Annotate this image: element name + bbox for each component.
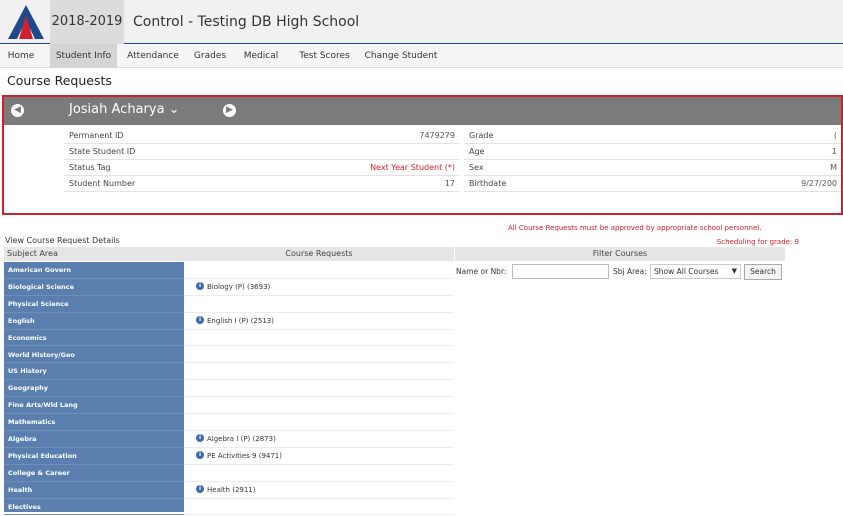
filter-courses-header: Filter Courses	[455, 247, 785, 261]
course-request-label: Biology (P) (3693)	[207, 282, 271, 291]
info-icon[interactable]: i	[196, 484, 204, 493]
nav-attendance[interactable]: Attendance	[122, 44, 184, 68]
nav-medical[interactable]: Medical	[236, 44, 286, 68]
field-permanent-id: Permanent ID 7479279	[64, 128, 459, 144]
course-request-row	[184, 380, 454, 398]
course-requests-header: Course Requests	[184, 247, 454, 261]
student-name-dropdown[interactable]: Josiah Acharya ⌄	[69, 102, 180, 117]
subject-area-rows: American Govern Biological Science Physi…	[4, 262, 184, 516]
view-course-request-details[interactable]: View Course Request Details	[5, 236, 120, 245]
subject-area-select-value: Show All Courses	[654, 267, 719, 276]
subject-row[interactable]: Physical Education	[4, 448, 184, 465]
info-icon[interactable]: i	[196, 450, 204, 459]
subject-row[interactable]: Biological Science	[4, 279, 184, 296]
course-request-row	[184, 330, 454, 347]
info-icon[interactable]: i	[196, 434, 204, 442]
nav-change-student[interactable]: Change Student	[361, 44, 441, 68]
name-or-number-label: Name or Nbr:	[456, 267, 507, 276]
course-request-row	[184, 414, 454, 431]
course-request-row	[184, 296, 454, 313]
field-age: Age 1	[464, 144, 841, 160]
page-title: Course Requests	[7, 73, 112, 88]
course-request-row[interactable]: i PE Activities 9 (9471)	[184, 448, 454, 465]
subject-row[interactable]: Mathematics	[4, 414, 184, 431]
subject-row[interactable]: American Govern	[4, 262, 184, 279]
course-request-label: English I (P) (2513)	[207, 316, 274, 325]
subject-row[interactable]: World History/Geo	[4, 347, 184, 364]
dropdown-arrow-icon: ▼	[731, 267, 737, 275]
nav-home[interactable]: Home	[0, 44, 42, 68]
top-bar: 2018-2019 Control - Testing DB High Scho…	[0, 0, 843, 44]
nav-test-scores[interactable]: Test Scores	[293, 44, 356, 68]
nav-grades[interactable]: Grades	[190, 44, 230, 68]
course-request-label: Health (2911)	[207, 485, 256, 494]
subject-row[interactable]: English	[4, 313, 184, 330]
course-request-row	[184, 397, 454, 415]
student-panel: ◀ Josiah Acharya ⌄ ▶ Permanent ID 747927…	[2, 95, 843, 215]
subject-area-filter-label: Sbj Area:	[613, 267, 647, 276]
course-request-row	[184, 465, 454, 482]
field-grade: Grade (	[464, 128, 841, 144]
course-request-label: PE Activities 9 (9471)	[207, 451, 282, 460]
course-request-row	[184, 262, 454, 279]
field-state-student-id: State Student ID	[64, 144, 459, 160]
field-student-number: Student Number 17	[64, 176, 459, 192]
subject-row[interactable]: US History	[4, 363, 184, 381]
scheduling-grade-notice: Scheduling for grade: 9	[716, 238, 799, 246]
course-request-row[interactable]: i Health (2911)	[184, 482, 454, 499]
subject-row[interactable]: Fine Arts/Wld Lang	[4, 397, 184, 415]
search-button[interactable]: Search	[744, 264, 782, 280]
subject-row[interactable]: Health	[4, 482, 184, 499]
info-icon[interactable]: i	[196, 315, 204, 324]
approval-notice: All Course Requests must be approved by …	[508, 224, 762, 232]
info-icon[interactable]: i	[196, 281, 204, 290]
subject-row[interactable]: Economics	[4, 330, 184, 347]
course-request-row[interactable]: i Algebra I (P) (2873)	[184, 431, 454, 448]
course-request-row	[184, 363, 454, 381]
previous-student-icon[interactable]: ◀	[11, 104, 24, 117]
field-status-tag: Status Tag Next Year Student (*)	[64, 160, 459, 176]
subject-area-select[interactable]: Show All Courses ▼	[650, 264, 741, 279]
student-header: ◀ Josiah Acharya ⌄ ▶	[4, 97, 841, 125]
course-request-row[interactable]: i English I (P) (2513)	[184, 313, 454, 330]
course-request-label: Algebra I (P) (2873)	[207, 435, 276, 443]
main-nav: Home Student Info Attendance Grades Medi…	[0, 44, 843, 68]
course-request-row[interactable]: i Biology (P) (3693)	[184, 279, 454, 296]
nav-student-info[interactable]: Student Info	[50, 44, 117, 68]
subject-row[interactable]: Algebra	[4, 431, 184, 448]
subject-row[interactable]: College & Career	[4, 465, 184, 482]
course-request-row	[184, 347, 454, 364]
subject-row[interactable]: Physical Science	[4, 296, 184, 313]
next-student-icon[interactable]: ▶	[223, 104, 236, 117]
subject-row[interactable]: Geography	[4, 380, 184, 398]
school-year[interactable]: 2018-2019	[50, 0, 124, 44]
school-name[interactable]: Control - Testing DB High School	[133, 0, 359, 44]
name-or-number-input[interactable]	[512, 264, 609, 279]
course-request-row	[184, 499, 454, 516]
aeries-logo-icon[interactable]	[6, 3, 46, 41]
field-birthdate: Birthdate 9/27/200	[464, 176, 841, 192]
field-sex: Sex M	[464, 160, 841, 176]
subject-area-header: Subject Area	[4, 247, 184, 261]
subject-row[interactable]: Electives	[4, 499, 184, 516]
